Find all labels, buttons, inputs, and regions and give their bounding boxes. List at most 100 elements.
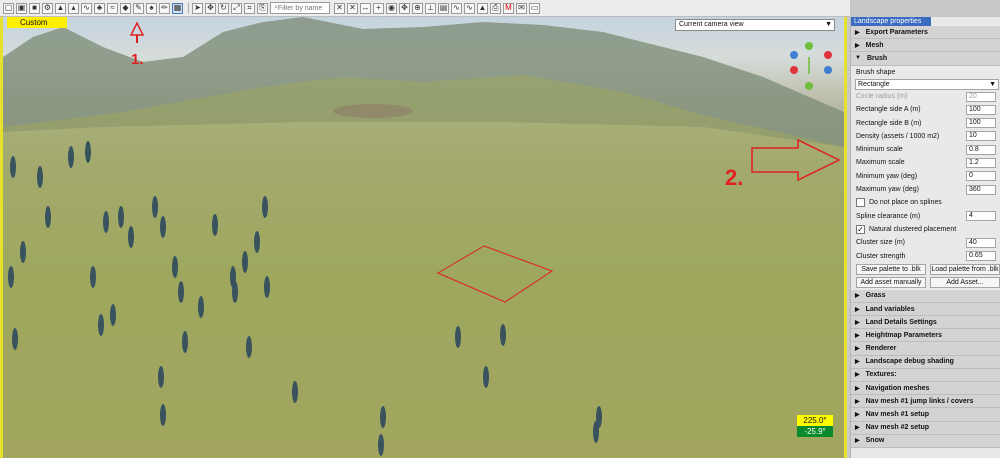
spline-icon-2[interactable]: ∿ — [464, 2, 475, 14]
spline-icon[interactable]: ∿ — [451, 2, 462, 14]
section-label: Heightmap Parameters — [865, 331, 942, 339]
gizmo-y-dot — [805, 42, 813, 50]
brush-icon[interactable]: ✎ — [133, 2, 144, 14]
landscape-properties-panel: Landscape properties ▶ Export Parameters ▶… — [850, 17, 1000, 458]
tree-11 — [242, 251, 248, 273]
move-icon-2[interactable]: ✥ — [399, 2, 410, 14]
add-asset-button[interactable]: Add Asset... — [930, 277, 1000, 289]
section-land-variables[interactable]: ▶ Land variables — [851, 302, 1000, 317]
save-icon[interactable]: ■ — [29, 2, 40, 14]
rotate-icon[interactable]: ↻ — [218, 2, 229, 14]
section-export-parameters[interactable]: ▶ Export Parameters — [851, 26, 1000, 40]
gizmo-blue-dot — [790, 51, 798, 59]
annotation-1: 1. — [131, 51, 144, 68]
paste-icon[interactable]: ⎘ — [257, 2, 268, 14]
display-icon[interactable]: ▭ — [529, 2, 540, 14]
brush-field-input[interactable]: 0.8 — [966, 144, 996, 155]
save-palette-button[interactable]: Save palette to .blk — [856, 263, 926, 275]
section-renderer[interactable]: ▶ Renderer — [851, 342, 1000, 356]
section-label: Snow — [865, 437, 885, 445]
section-landscape-debug-shading[interactable]: ▶ Landscape debug shading — [851, 355, 1000, 369]
tree-8 — [172, 256, 178, 278]
terrain-icon[interactable]: ▲ — [55, 2, 66, 14]
tree-34 — [264, 276, 270, 298]
landscape-panel-icon[interactable]: ▦ — [172, 2, 183, 14]
chevron-right-icon: ▶ — [855, 346, 860, 353]
natural-clustered-checkbox[interactable]: ✓ — [856, 224, 865, 234]
section-nav-mesh-2-setup[interactable]: ▶ Nav mesh #2 setup — [851, 421, 1000, 435]
section-label: Brush — [866, 54, 888, 62]
brush-field-input[interactable]: 100 — [966, 104, 996, 115]
section-label: Land variables — [865, 305, 915, 313]
do-not-place-checkbox[interactable] — [856, 198, 865, 208]
axis-icon[interactable]: ⊕ — [412, 2, 423, 14]
spline-clearance-input[interactable]: 4 — [966, 211, 996, 222]
water-icon[interactable]: ≈ — [107, 2, 118, 14]
snap-icon[interactable]: ⌗ — [244, 2, 255, 14]
road-icon[interactable]: ⟂ — [425, 2, 436, 14]
camera-icon[interactable]: ⎙ — [490, 2, 501, 14]
tree-26 — [596, 406, 602, 428]
hide-icon[interactable]: ✕ — [334, 2, 345, 14]
brush-field-input[interactable]: 0 — [966, 171, 996, 182]
section-nav-mesh-1-jump-links-covers[interactable]: ▶ Nav mesh #1 jump links / covers — [851, 395, 1000, 409]
cluster-size-input[interactable]: 40 — [966, 237, 996, 248]
scale-icon[interactable]: ⤢ — [231, 2, 242, 14]
section-grass[interactable]: ▶ Grass — [851, 289, 1000, 303]
gizmo-icon[interactable]: ◉ — [386, 2, 397, 14]
section-brush[interactable]: ▼ Brush — [851, 52, 1000, 66]
open-file-icon[interactable]: ▣ — [16, 2, 27, 14]
brush-field-label: Maximum scale — [856, 159, 905, 167]
blue-icon[interactable]: ▤ — [438, 2, 449, 14]
brush-shape-select[interactable]: Rectangle ▼ — [855, 78, 999, 90]
plus-icon[interactable]: + — [373, 2, 384, 14]
viewport-label[interactable]: Custom — [7, 17, 67, 28]
add-asset-manually-button[interactable]: Add asset manually — [856, 277, 926, 289]
new-file-icon[interactable]: ▢ — [3, 2, 14, 14]
terrain-icon-2[interactable]: ▴ — [68, 2, 79, 14]
select-arrow-icon[interactable]: ➤ — [192, 2, 203, 14]
curve-icon[interactable]: ∿ — [81, 2, 92, 14]
brush-field-row: Circle radius (m) 20 — [851, 90, 1000, 103]
ruler-icon[interactable]: ↔ — [360, 2, 371, 14]
magnet-m-icon[interactable]: M — [503, 2, 514, 14]
grass-icon[interactable]: ♠ — [146, 2, 157, 14]
pencil-icon[interactable]: ✏ — [159, 2, 170, 14]
section-textures[interactable]: ▶ Textures: — [851, 368, 1000, 383]
red-icon[interactable]: ▲ — [477, 2, 488, 14]
readout-heading: 225.0° — [797, 415, 833, 426]
brush-field-input[interactable]: 10 — [966, 131, 996, 142]
tree-17 — [182, 331, 188, 353]
tree-icon[interactable]: ♣ — [94, 2, 105, 14]
chevron-right-icon: ▶ — [855, 438, 860, 445]
tree-31 — [160, 216, 166, 238]
brush-field-input[interactable]: 360 — [966, 184, 996, 195]
do-not-place-row[interactable]: Do not place on splines — [851, 196, 1000, 209]
droplet-icon[interactable]: ◆ — [120, 2, 131, 14]
brush-field-input[interactable]: 100 — [966, 118, 996, 129]
section-heightmap-parameters[interactable]: ▶ Heightmap Parameters — [851, 329, 1000, 343]
mail-icon[interactable]: ✉ — [516, 2, 527, 14]
section-mesh[interactable]: ▶ Mesh — [851, 39, 1000, 53]
section-nav-mesh-1-setup[interactable]: ▶ Nav mesh #1 setup — [851, 408, 1000, 422]
3d-viewport[interactable]: Custom Current camera view ▼ 225.0° -25.9… — [0, 17, 847, 458]
cluster-strength-input[interactable]: 0.65 — [966, 251, 996, 262]
tree-27 — [68, 146, 74, 168]
hide-icon-2[interactable]: ✕ — [347, 2, 358, 14]
panel-tab[interactable]: Landscape properties — [851, 17, 931, 26]
settings-icon[interactable]: ⚙ — [42, 2, 53, 14]
filter-input[interactable]: ⌕ Filter by name — [270, 2, 330, 14]
camera-view-select[interactable]: Current camera view ▼ — [675, 19, 835, 31]
section-snow[interactable]: ▶ Snow — [851, 434, 1000, 448]
natural-clustered-label: Natural clustered placement — [869, 225, 957, 233]
move-icon[interactable]: ✥ — [205, 2, 216, 14]
load-palette-button[interactable]: Load palette from .blk — [930, 263, 1000, 275]
brush-shape-label-row: Brush shape — [851, 66, 1000, 79]
section-land-details-settings[interactable]: ▶ Land Details Settings — [851, 316, 1000, 330]
gizmo-red-dot — [824, 51, 832, 59]
brush-field-input[interactable]: 1.2 — [966, 157, 996, 168]
section-navigation-meshes[interactable]: ▶ Navigation meshes — [851, 382, 1000, 396]
tree-23 — [483, 366, 489, 388]
natural-clustered-row[interactable]: ✓ Natural clustered placement — [851, 223, 1000, 236]
tree-24 — [500, 324, 506, 346]
